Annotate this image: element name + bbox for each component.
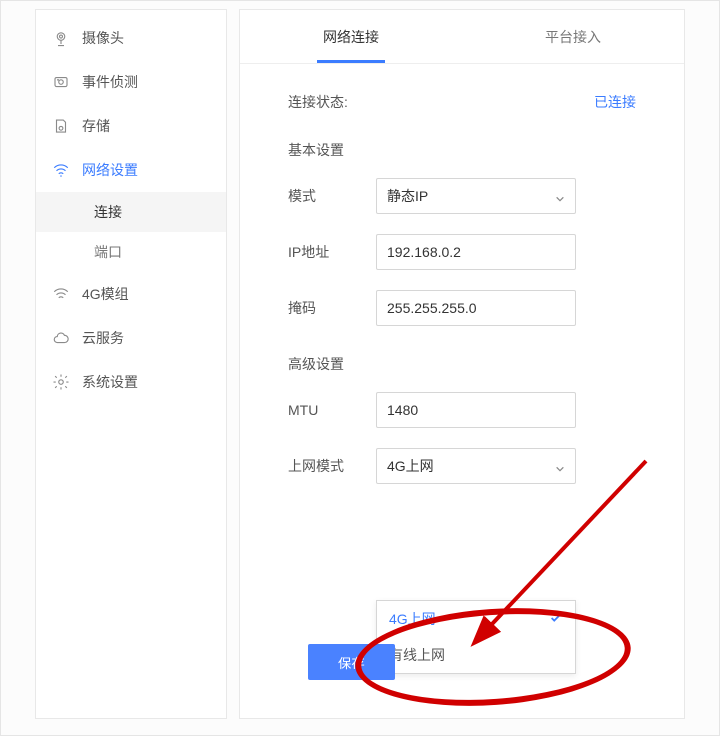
tab-label: 网络连接 [323, 27, 379, 47]
netmode-option-wired[interactable]: 有线上网 [377, 637, 575, 673]
netmode-label: 上网模式 [288, 456, 376, 476]
mode-row: 模式 静态IP [288, 178, 636, 214]
panel-body: 连接状态: 已连接 基本设置 模式 静态IP IP地址 192.168.0.2 [240, 64, 684, 718]
signal-icon [52, 285, 70, 303]
sidebar-item-4g[interactable]: 4G模组 [36, 272, 226, 316]
ip-value: 192.168.0.2 [387, 244, 461, 260]
section-advanced: 高级设置 [288, 354, 636, 374]
tabs: 网络连接 平台接入 [240, 10, 684, 64]
tab-platform-access[interactable]: 平台接入 [462, 10, 684, 63]
mask-field[interactable]: 255.255.255.0 [376, 290, 576, 326]
chevron-down-icon [555, 191, 565, 201]
sidebar-item-label: 存储 [82, 116, 110, 136]
sidebar-sub-port[interactable]: 端口 [36, 232, 226, 272]
ip-row: IP地址 192.168.0.2 [288, 234, 636, 270]
main-panel: 网络连接 平台接入 连接状态: 已连接 基本设置 模式 静态IP [239, 9, 685, 719]
detect-icon [52, 73, 70, 91]
netmode-dropdown: 4G上网 有线上网 [376, 600, 576, 674]
tab-network-connection[interactable]: 网络连接 [240, 10, 462, 63]
section-basic: 基本设置 [288, 140, 636, 160]
mtu-row: MTU 1480 [288, 392, 636, 428]
mask-label: 掩码 [288, 298, 376, 318]
wifi-icon [52, 161, 70, 179]
status-value: 已连接 [594, 92, 636, 112]
option-label: 有线上网 [389, 645, 445, 665]
netmode-select-value: 4G上网 [387, 456, 434, 476]
check-icon [549, 611, 563, 628]
sidebar-item-label: 事件侦测 [82, 72, 138, 92]
mode-label: 模式 [288, 186, 376, 206]
tab-label: 平台接入 [545, 27, 601, 47]
status-row: 连接状态: 已连接 [288, 92, 636, 112]
gear-icon [52, 373, 70, 391]
mtu-label: MTU [288, 402, 376, 418]
status-label: 连接状态: [288, 92, 376, 112]
sidebar-sub-connection[interactable]: 连接 [36, 192, 226, 232]
mask-row: 掩码 255.255.255.0 [288, 290, 636, 326]
mask-value: 255.255.255.0 [387, 300, 477, 316]
mtu-field[interactable]: 1480 [376, 392, 576, 428]
sidebar-item-label: 网络设置 [82, 160, 138, 180]
option-label: 4G上网 [389, 609, 436, 629]
ip-field[interactable]: 192.168.0.2 [376, 234, 576, 270]
ip-label: IP地址 [288, 242, 376, 262]
sidebar-item-storage[interactable]: 存储 [36, 104, 226, 148]
sidebar-item-detect[interactable]: 事件侦测 [36, 60, 226, 104]
camera-icon [52, 29, 70, 47]
mtu-value: 1480 [387, 402, 418, 418]
sidebar-item-label: 云服务 [82, 328, 124, 348]
mode-select-value: 静态IP [387, 186, 428, 206]
save-button[interactable]: 保存 [308, 644, 395, 680]
save-button-label: 保存 [338, 653, 365, 672]
sidebar-item-cloud[interactable]: 云服务 [36, 316, 226, 360]
sidebar-sub-label: 端口 [94, 242, 122, 262]
sidebar-item-camera[interactable]: 摄像头 [36, 16, 226, 60]
sidebar-item-system[interactable]: 系统设置 [36, 360, 226, 404]
sidebar-item-label: 系统设置 [82, 372, 138, 392]
netmode-select[interactable]: 4G上网 [376, 448, 576, 484]
sidebar: 摄像头 事件侦测 存储 网络设置 连接 端口 4G模组 [35, 9, 227, 719]
netmode-option-4g[interactable]: 4G上网 [377, 601, 575, 637]
sidebar-item-label: 摄像头 [82, 28, 124, 48]
storage-icon [52, 117, 70, 135]
sidebar-sub-label: 连接 [94, 202, 122, 222]
mode-select[interactable]: 静态IP [376, 178, 576, 214]
sidebar-item-network[interactable]: 网络设置 [36, 148, 226, 192]
sidebar-item-label: 4G模组 [82, 284, 129, 304]
netmode-row: 上网模式 4G上网 [288, 448, 636, 484]
chevron-down-icon [555, 461, 565, 471]
cloud-icon [52, 329, 70, 347]
